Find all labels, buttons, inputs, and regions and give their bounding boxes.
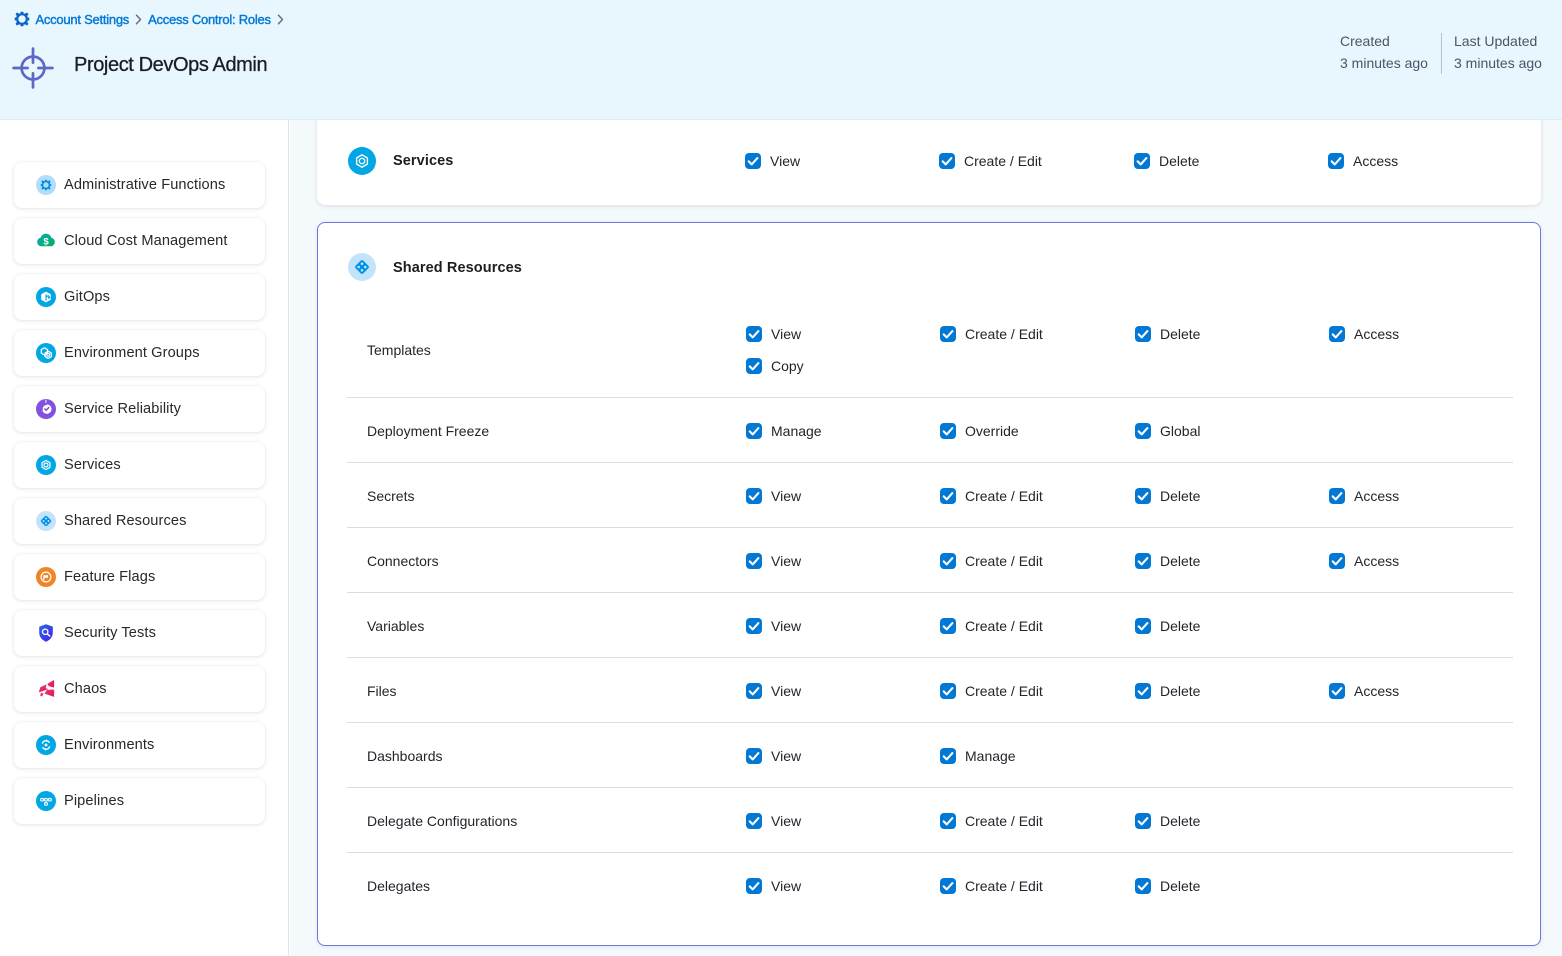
svg-text:$: $ — [43, 236, 49, 247]
